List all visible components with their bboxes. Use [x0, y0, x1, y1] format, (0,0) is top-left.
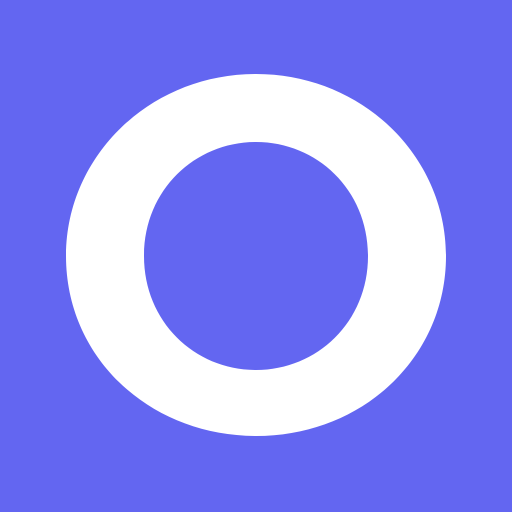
- letter-o-logo-icon: [0, 0, 512, 512]
- app-icon: [0, 0, 512, 512]
